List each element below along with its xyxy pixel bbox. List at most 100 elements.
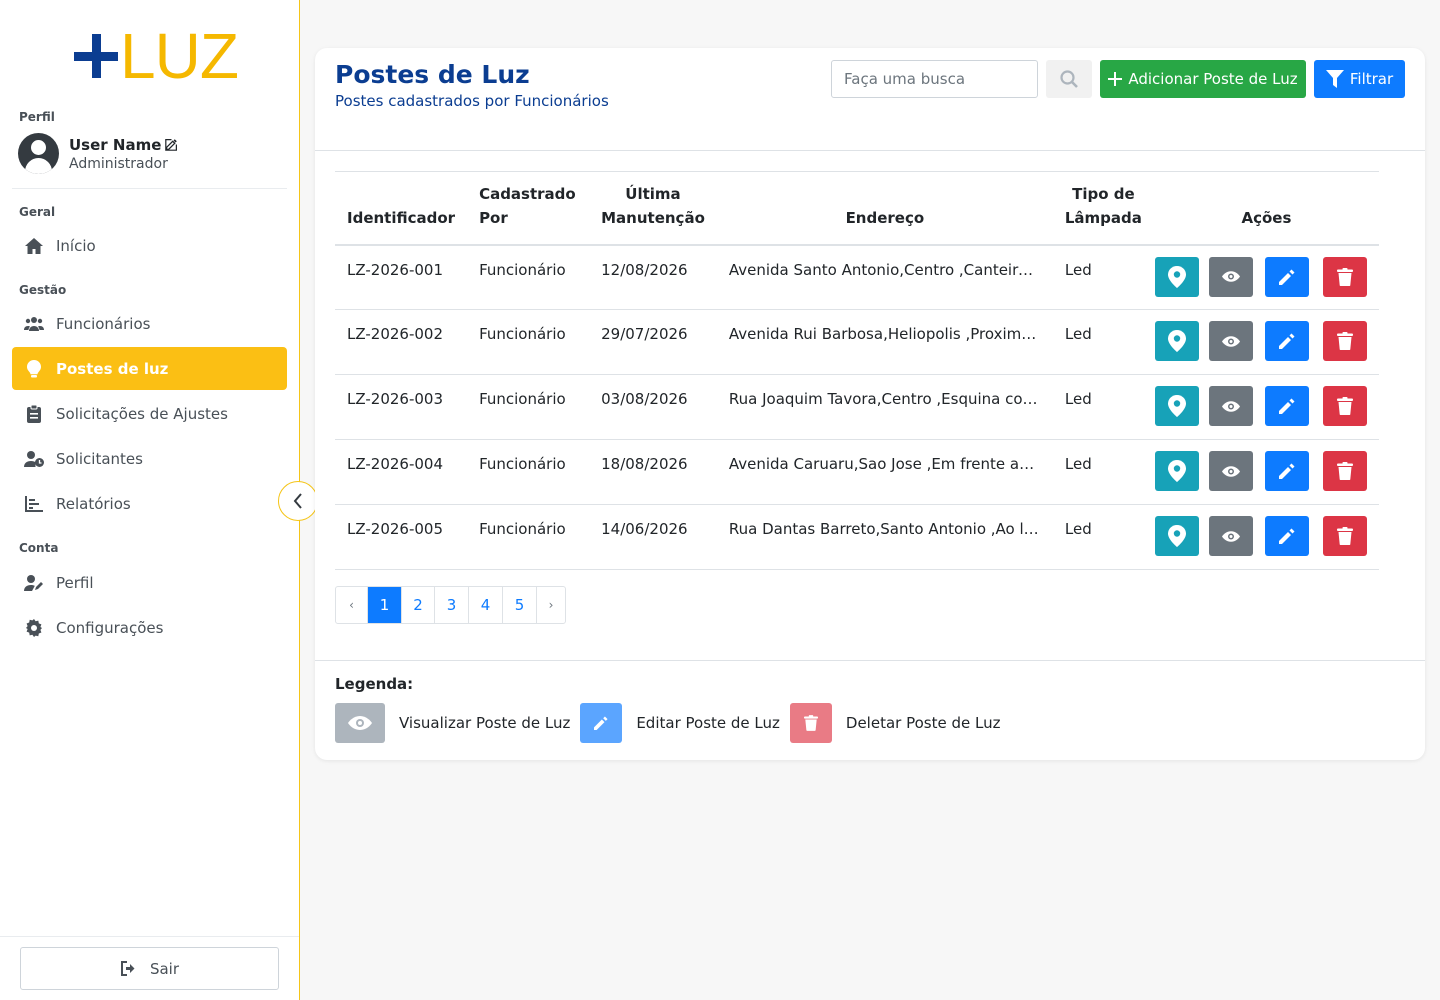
cell-by: Funcionário (467, 504, 590, 570)
map-marker-icon (1168, 525, 1186, 547)
cell-address: Rua Dantas Barreto,Santo Antonio ,Ao lad… (716, 504, 1053, 570)
pagination-page-2[interactable]: 2 (401, 587, 434, 623)
sidebar-item-label: Configurações (56, 618, 164, 637)
view-button[interactable] (1209, 516, 1253, 556)
cell-by: Funcionário (467, 309, 590, 375)
location-button[interactable] (1155, 386, 1199, 426)
edit-button[interactable] (1265, 321, 1309, 361)
col-header-id: Identificador (335, 171, 468, 246)
sidebar-item-relatorios[interactable]: Relatórios (12, 482, 287, 525)
cell-actions (1153, 374, 1379, 440)
add-poste-button[interactable]: Adicionar Poste de Luz (1100, 60, 1306, 98)
edit-button[interactable] (1265, 256, 1309, 297)
edit-button[interactable] (1265, 516, 1309, 556)
pagination-page-4[interactable]: 4 (468, 587, 502, 623)
sign-out-icon (120, 961, 138, 976)
user-clock-icon (24, 449, 44, 469)
table-row: LZ-2026-005 Funcionário 14/06/2026 Rua Dant… (335, 504, 1379, 570)
col-header-by: Cadastrado Por (467, 171, 590, 246)
location-button[interactable] (1155, 451, 1199, 491)
edit-profile-icon[interactable] (165, 138, 178, 151)
cell-lamp: Led (1052, 374, 1154, 440)
logo-text: LUZ (120, 20, 239, 92)
pagination-page-1[interactable]: 1 (367, 587, 401, 623)
filter-label: Filtrar (1349, 70, 1394, 88)
trash-icon (1337, 526, 1353, 546)
location-button[interactable] (1155, 256, 1199, 297)
map-marker-icon (1168, 265, 1186, 288)
delete-button[interactable] (1323, 256, 1367, 297)
main-card: Postes de Luz Postes cadastrados por Fun… (315, 48, 1425, 760)
delete-button[interactable] (1323, 321, 1367, 361)
sidebar-item-funcionarios[interactable]: Funcionários (12, 302, 287, 345)
trash-icon (1337, 331, 1353, 351)
chart-bar-icon (24, 494, 44, 514)
filter-icon (1325, 70, 1344, 88)
sidebar-item-inicio[interactable]: Início (12, 224, 287, 267)
eye-icon (348, 716, 372, 730)
delete-button[interactable] (1323, 386, 1367, 426)
view-button[interactable] (1209, 321, 1253, 361)
avatar (18, 133, 59, 174)
cell-maint: 12/08/2026 (589, 244, 717, 310)
legend-delete-label: Deletar Poste de Luz (845, 714, 1001, 732)
col-header-address: Endereço (716, 171, 1053, 246)
delete-button[interactable] (1323, 451, 1367, 491)
cell-actions (1153, 504, 1379, 570)
legend-edit-label: Editar Poste de Luz (636, 714, 780, 732)
trash-icon (1337, 267, 1353, 287)
sidebar-item-postes[interactable]: Postes de luz (12, 347, 287, 390)
sidebar-item-label: Postes de luz (56, 359, 169, 378)
section-label-gestao: Gestão (19, 283, 67, 297)
table-row: LZ-2026-002 Funcionário 29/07/2026 Avenida … (335, 309, 1379, 375)
sidebar-collapse-button[interactable] (278, 481, 318, 521)
cell-address: Avenida Santo Antonio,Centro ,Canteiro c… (716, 244, 1053, 310)
map-marker-icon (1168, 330, 1186, 352)
filter-button[interactable]: Filtrar (1314, 60, 1405, 98)
view-button[interactable] (1209, 386, 1253, 426)
legend-edit-swatch (580, 703, 623, 743)
edit-button[interactable] (1265, 386, 1309, 426)
chevron-left-icon (293, 493, 303, 509)
sidebar-item-label: Início (56, 236, 96, 255)
search-button[interactable] (1046, 60, 1092, 98)
delete-button[interactable] (1323, 516, 1367, 556)
pagination-page-3[interactable]: 3 (434, 587, 468, 623)
col-header-lamp: Tipo de Lâmpada (1052, 171, 1154, 246)
eye-icon (1222, 530, 1240, 542)
sidebar-item-configuracoes[interactable]: Configurações (12, 606, 287, 649)
location-button[interactable] (1155, 516, 1199, 556)
app-logo[interactable]: LUZ (74, 20, 239, 92)
pencil-icon (594, 716, 608, 730)
legend: Visualizar Poste de Luz Editar Poste de … (335, 703, 1010, 743)
pagination-next[interactable]: › (536, 587, 565, 623)
cell-id: LZ-2026-002 (335, 309, 468, 375)
postes-table: Identificador Cadastrado Por Última Manut… (335, 171, 1379, 570)
cell-by: Funcionário (467, 439, 590, 505)
sidebar-item-perfil[interactable]: Perfil (12, 561, 287, 604)
search-icon (1060, 70, 1078, 88)
user-edit-icon (24, 573, 44, 593)
search-input[interactable] (831, 60, 1038, 98)
pagination-prev[interactable]: ‹ (336, 587, 367, 623)
pencil-icon (1279, 528, 1295, 544)
location-button[interactable] (1155, 321, 1199, 361)
sidebar-item-label: Solicitantes (56, 449, 143, 468)
sidebar-item-solicitacoes[interactable]: Solicitações de Ajustes (12, 392, 287, 435)
map-marker-icon (1168, 460, 1186, 482)
sidebar-item-solicitantes[interactable]: Solicitantes (12, 437, 287, 480)
logout-label: Sair (149, 959, 180, 978)
edit-button[interactable] (1265, 451, 1309, 491)
pagination: ‹ 1 2 3 4 5 › (335, 586, 566, 624)
cell-lamp: Led (1052, 439, 1154, 505)
view-button[interactable] (1209, 451, 1253, 491)
sidebar-item-label: Perfil (56, 573, 94, 592)
cell-actions (1153, 439, 1379, 505)
col-header-lamp-line1: Tipo de (1072, 184, 1135, 203)
cell-address: Rua Joaquim Tavora,Centro ,Esquina com .… (716, 374, 1053, 440)
view-button[interactable] (1209, 256, 1253, 297)
home-icon (24, 236, 44, 256)
pagination-page-5[interactable]: 5 (502, 587, 536, 623)
cell-id: LZ-2026-001 (335, 244, 468, 310)
logout-button[interactable]: Sair (20, 947, 279, 990)
